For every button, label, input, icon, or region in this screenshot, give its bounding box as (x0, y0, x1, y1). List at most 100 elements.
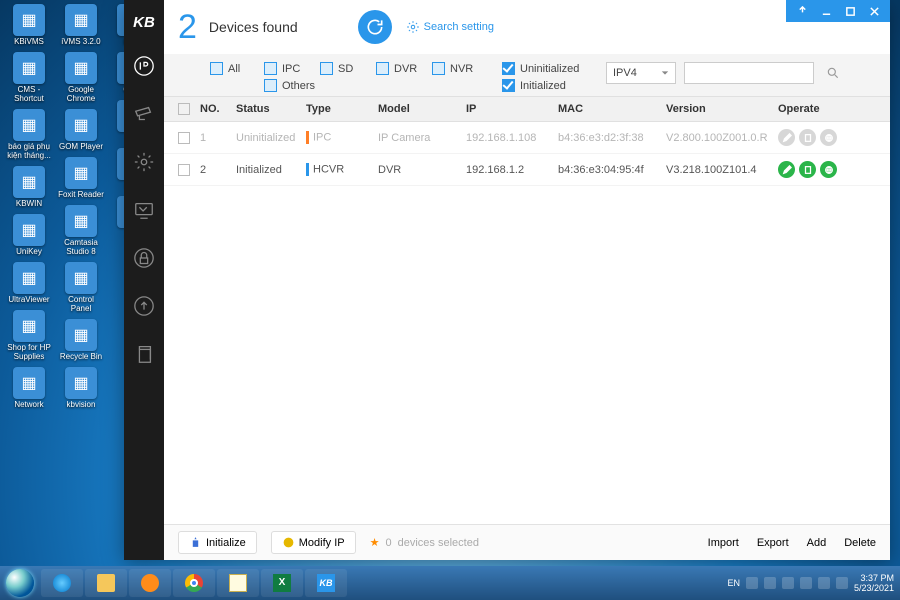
ip-mode-select[interactable]: IPV4 (606, 62, 676, 84)
table-header: NO. Status Type Model IP MAC Version Ope… (164, 96, 890, 122)
desktop-icon[interactable]: ▦UniKey (6, 214, 52, 256)
nav-upload-icon[interactable] (131, 293, 157, 319)
refresh-button[interactable] (358, 10, 392, 44)
col-status: Status (236, 103, 306, 115)
app-titlebar: 2 Devices found Search setting (164, 0, 890, 54)
taskbar: X KB EN 3:37 PM5/23/2021 (0, 566, 900, 600)
minimize-button[interactable] (814, 0, 838, 22)
nav-camera-icon[interactable] (131, 101, 157, 127)
app-main: 2 Devices found Search setting All IPC SD… (164, 0, 890, 560)
filter-initialized[interactable]: Initialized (502, 79, 566, 92)
search-button[interactable] (822, 62, 844, 84)
filter-all-label: All (228, 63, 240, 75)
row-checkbox[interactable] (178, 132, 190, 144)
tray-icon[interactable] (746, 577, 758, 589)
op-info-icon[interactable] (799, 161, 816, 178)
maximize-button[interactable] (838, 0, 862, 22)
col-operate: Operate (778, 103, 856, 115)
desktop-icon[interactable]: ▦Control Panel (58, 262, 104, 313)
table-row[interactable]: 1UninitializedIPCIP Camera192.168.1.108b… (164, 122, 890, 154)
filter-nvr[interactable]: NVR (432, 62, 478, 75)
desktop-icon[interactable]: ▦Recycle Bin (58, 319, 104, 361)
devices-found-label: Devices found (209, 19, 298, 35)
desktop-icon[interactable]: ▦Google Chrome (58, 52, 104, 103)
op-edit-icon[interactable] (778, 161, 795, 178)
nav-settings-icon[interactable] (131, 149, 157, 175)
desktop-icon[interactable]: ▦CMS - Shortcut (6, 52, 52, 103)
col-version: Version (666, 103, 778, 115)
taskbar-notepad[interactable] (217, 569, 259, 597)
delete-button[interactable]: Delete (840, 537, 876, 549)
modify-ip-button[interactable]: Modify IP (271, 531, 356, 554)
modify-ip-label: Modify IP (299, 537, 345, 549)
col-ip: IP (466, 103, 558, 115)
desktop-icon[interactable]: ▦KBiVMS (6, 4, 52, 46)
nav-ip-icon[interactable] (131, 53, 157, 79)
table-row[interactable]: 2InitializedHCVRDVR192.168.1.2b4:36:e3:0… (164, 154, 890, 186)
select-all-checkbox[interactable] (178, 103, 190, 115)
taskbar-kb[interactable]: KB (305, 569, 347, 597)
import-label: Import (708, 537, 739, 549)
tray-icon[interactable] (782, 577, 794, 589)
taskbar-ie[interactable] (41, 569, 83, 597)
desktop-icon[interactable]: ▦GOM Player (58, 109, 104, 151)
nav-copy-icon[interactable] (131, 341, 157, 367)
op-info-icon[interactable] (799, 129, 816, 146)
add-label: Add (807, 537, 827, 549)
desktop-icon[interactable]: ▦kbvision (58, 367, 104, 409)
initialize-button[interactable]: Initialize (178, 531, 257, 554)
window-controls (786, 0, 890, 22)
row-checkbox[interactable] (178, 164, 190, 176)
taskbar-explorer[interactable] (85, 569, 127, 597)
add-button[interactable]: Add (803, 537, 827, 549)
filter-others[interactable]: Others (264, 79, 315, 92)
import-button[interactable]: Import (704, 537, 739, 549)
desktop-icon[interactable]: ▦báo giá phụ kiện tháng... (6, 109, 52, 160)
filter-sd[interactable]: SD (320, 62, 366, 75)
tray-icon[interactable] (764, 577, 776, 589)
desktop-icon[interactable]: ▦UltraViewer (6, 262, 52, 304)
desktop-icon[interactable]: ▦iVMS 3.2.0 (58, 4, 104, 46)
export-label: Export (757, 537, 789, 549)
op-web-icon[interactable] (820, 129, 837, 146)
system-tray[interactable]: EN 3:37 PM5/23/2021 (727, 573, 900, 593)
search-input[interactable] (684, 62, 814, 84)
filter-uninitialized[interactable]: Uninitialized (502, 62, 579, 75)
taskbar-excel[interactable]: X (261, 569, 303, 597)
initialize-label: Initialize (206, 537, 246, 549)
export-button[interactable]: Export (753, 537, 789, 549)
pin-button[interactable] (790, 0, 814, 22)
taskbar-media[interactable] (129, 569, 171, 597)
footer-bar: Initialize Modify IP ★0devices selected … (164, 524, 890, 560)
app-sidebar: KB (124, 0, 164, 560)
op-edit-icon[interactable] (778, 129, 795, 146)
close-button[interactable] (862, 0, 886, 22)
col-mac: MAC (558, 103, 666, 115)
desktop-icon[interactable]: ▦Camtasia Studio 8 (58, 205, 104, 256)
tray-lang: EN (727, 578, 740, 588)
desktop-icon[interactable]: ▦Shop for HP Supplies (6, 310, 52, 361)
col-model: Model (378, 103, 466, 115)
tray-icon[interactable] (836, 577, 848, 589)
nav-lock-icon[interactable] (131, 245, 157, 271)
search-setting-link[interactable]: Search setting (406, 20, 494, 34)
app-window: KB 2 Devices found (124, 0, 890, 560)
taskbar-chrome[interactable] (173, 569, 215, 597)
filter-all[interactable]: All (210, 62, 256, 75)
ip-mode-label: IPV4 (613, 67, 637, 79)
tray-icon[interactable] (800, 577, 812, 589)
tray-icon[interactable] (818, 577, 830, 589)
desktop-icon[interactable]: ▦Foxit Reader (58, 157, 104, 199)
op-web-icon[interactable] (820, 161, 837, 178)
tray-clock[interactable]: 3:37 PM5/23/2021 (854, 573, 894, 593)
nav-display-icon[interactable] (131, 197, 157, 223)
filter-ipc[interactable]: IPC (264, 62, 310, 75)
filter-dvr[interactable]: DVR (376, 62, 422, 75)
col-no: NO. (200, 103, 236, 115)
desktop-icon[interactable]: ▦KBWIN (6, 166, 52, 208)
desktop-icon[interactable]: ▦Network (6, 367, 52, 409)
col-type: Type (306, 103, 378, 115)
start-button[interactable] (0, 566, 40, 600)
device-table: NO. Status Type Model IP MAC Version Ope… (164, 96, 890, 524)
selection-info: ★0devices selected (370, 536, 479, 549)
